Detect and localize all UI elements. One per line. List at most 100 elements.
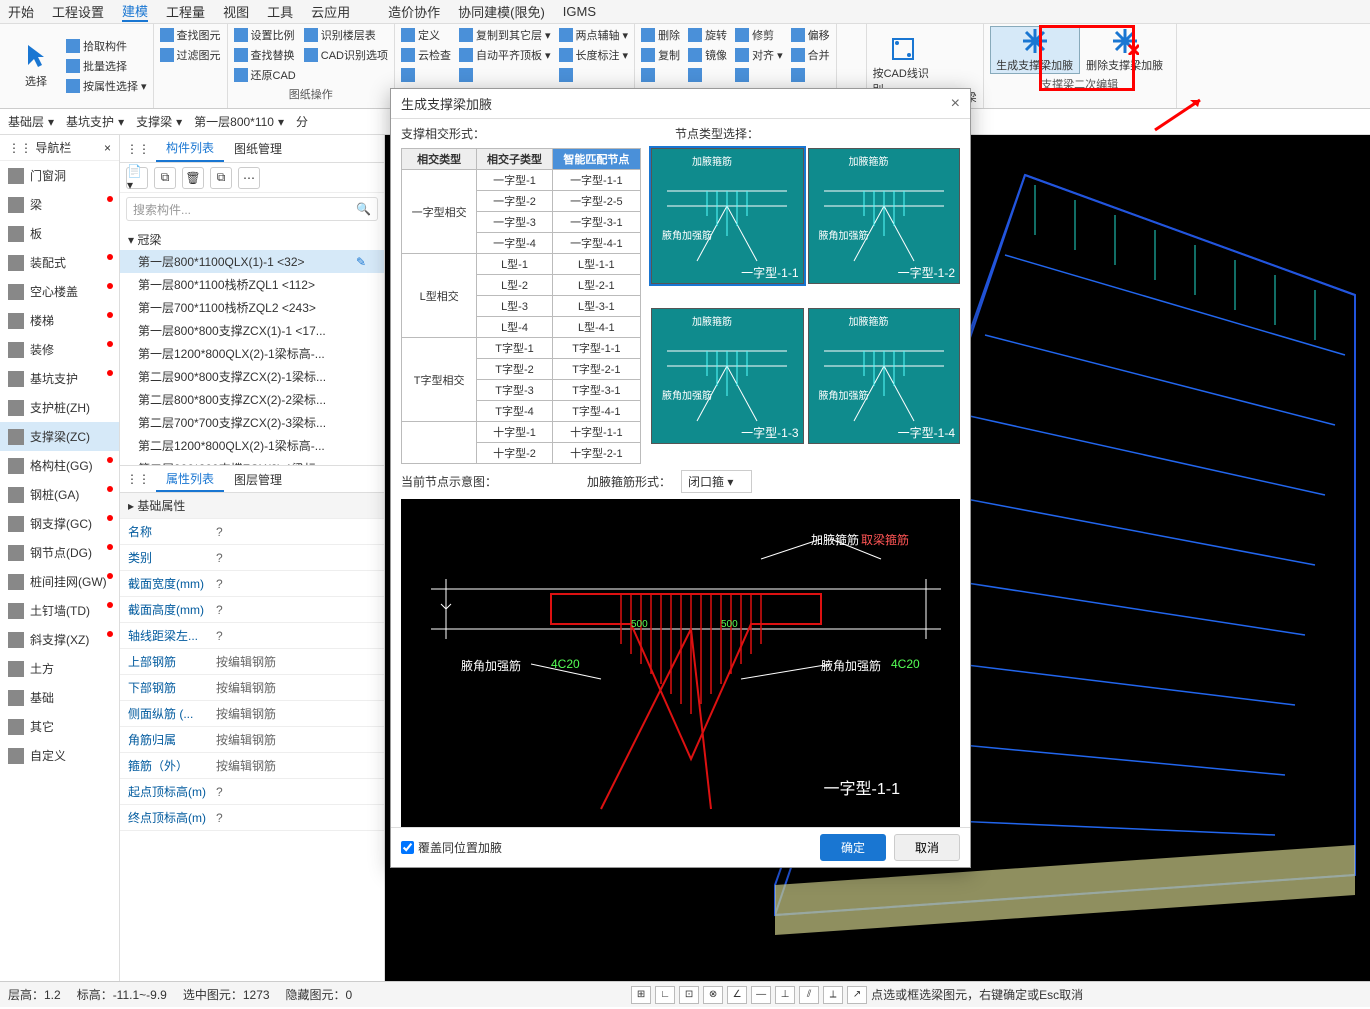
nav-item[interactable]: 装配式 <box>0 248 119 277</box>
nav-item[interactable]: 楼梯 <box>0 306 119 335</box>
tab-layer-mgmt[interactable]: 图层管理 <box>224 466 292 492</box>
ribbon-btn[interactable]: 批量选择 <box>66 57 147 75</box>
property-row[interactable]: 下部钢筋按编辑钢筋 <box>120 675 384 701</box>
property-row[interactable]: 终点顶标高(m)? <box>120 805 384 831</box>
menu-item[interactable]: 开始 <box>8 2 34 21</box>
ribbon-btn[interactable] <box>401 66 451 84</box>
ribbon-btn[interactable]: 查找图元 <box>160 26 221 44</box>
ribbon-btn[interactable] <box>459 66 551 84</box>
filter-type[interactable]: 支撑梁 ▾ <box>136 113 182 130</box>
ribbon-btn[interactable]: 过滤图元 <box>160 46 221 64</box>
sb-tool[interactable]: ⊗ <box>703 986 723 1004</box>
ribbon-btn[interactable]: 云检查 <box>401 46 451 64</box>
ribbon-btn[interactable]: 复制到其它层 ▾ <box>459 26 551 44</box>
close-button[interactable]: × <box>951 95 960 113</box>
ribbon-btn[interactable]: 合并 <box>791 46 830 64</box>
sb-tool[interactable]: ⊞ <box>631 986 651 1004</box>
menu-item[interactable]: 协同建模(限免) <box>458 2 545 21</box>
nav-item[interactable]: 土钉墙(TD) <box>0 596 119 625</box>
sb-tool[interactable]: ⟂ <box>823 986 843 1004</box>
nav-item[interactable]: 其它 <box>0 712 119 741</box>
edit-icon[interactable]: ✎ <box>356 255 366 269</box>
tree-item[interactable]: 第一层1200*800QLX(2)-1梁标高-... <box>120 342 384 365</box>
close-icon[interactable]: × <box>104 141 111 155</box>
tab-drawing-mgmt[interactable]: 图纸管理 <box>224 135 292 162</box>
ok-button[interactable]: 确定 <box>820 834 886 861</box>
ribbon-btn[interactable]: 偏移 <box>791 26 830 44</box>
filter-component[interactable]: 第一层800*110 ▾ <box>194 113 284 130</box>
ribbon-btn[interactable] <box>559 66 629 84</box>
nav-item[interactable]: 钢桩(GA) <box>0 480 119 509</box>
rebar-form-select[interactable]: 闭口箍 ▾ <box>681 470 752 493</box>
ribbon-btn[interactable]: 识别楼层表 <box>304 26 388 44</box>
tree-item[interactable]: 第二层1200*800QLX(2)-1梁标高-... <box>120 434 384 457</box>
sb-tool[interactable]: ⫽ <box>799 986 819 1004</box>
nav-item[interactable]: 门窗洞 <box>0 161 119 190</box>
select-tool[interactable]: 选择 <box>6 43 66 89</box>
node-type-card[interactable]: 加腋箍筋腋角加强筋一字型-1-1 <box>651 148 804 284</box>
ribbon-btn[interactable]: 长度标注 ▾ <box>559 46 629 64</box>
tree-group[interactable]: ▾ 冠梁 <box>120 229 384 250</box>
ribbon-btn[interactable]: 两点辅轴 ▾ <box>559 26 629 44</box>
search-input[interactable]: 搜索构件...🔍 <box>126 197 378 221</box>
tree-item[interactable]: 第一层800*1100QLX(1)-1 <32>✎ <box>120 250 384 273</box>
nav-item[interactable]: 钢节点(DG) <box>0 538 119 567</box>
ribbon-btn[interactable]: 删除 <box>641 26 680 44</box>
ribbon-btn[interactable] <box>735 66 783 84</box>
ribbon-btn[interactable]: 复制 <box>641 46 680 64</box>
new-button[interactable]: 📄▾ <box>126 167 148 189</box>
nav-item[interactable]: 桩间挂网(GW) <box>0 567 119 596</box>
sb-tool[interactable]: ⊡ <box>679 986 699 1004</box>
nav-item[interactable]: 自定义 <box>0 741 119 770</box>
tree-item[interactable]: 第二层900*800支撑ZCX(2)-1梁标... <box>120 365 384 388</box>
more-button[interactable]: ⋯ <box>238 167 260 189</box>
property-row[interactable]: 箍筋（外）按编辑钢筋 <box>120 753 384 779</box>
property-row[interactable]: 截面高度(mm)? <box>120 597 384 623</box>
property-row[interactable]: 名称? <box>120 519 384 545</box>
ribbon-btn[interactable]: 拾取构件 <box>66 37 147 55</box>
menu-item[interactable]: 视图 <box>223 2 249 21</box>
layer-button[interactable]: ⧉ <box>210 167 232 189</box>
tree-item[interactable]: 第一层800*1100栈桥ZQL1 <112> <box>120 273 384 296</box>
tree-item[interactable]: 第二层900*800支撑ZCX(2)-1梁标... <box>120 457 384 465</box>
ribbon-btn[interactable]: 还原CAD <box>234 66 296 84</box>
tree-item[interactable]: 第一层700*1100栈桥ZQL2 <243> <box>120 296 384 319</box>
nav-item[interactable]: 土方 <box>0 654 119 683</box>
menu-item[interactable]: 造价协作 <box>388 2 440 21</box>
nav-item[interactable]: 基坑支护 <box>0 364 119 393</box>
ribbon-btn[interactable]: 修剪 <box>735 26 783 44</box>
property-row[interactable]: 上部钢筋按编辑钢筋 <box>120 649 384 675</box>
tree-item[interactable]: 第二层800*800支撑ZCX(2)-2梁标... <box>120 388 384 411</box>
nav-item[interactable]: 格构柱(GG) <box>0 451 119 480</box>
ribbon-btn[interactable]: 设置比例 <box>234 26 296 44</box>
tree-item[interactable]: 第一层800*800支撑ZCX(1)-1 <17... <box>120 319 384 342</box>
ribbon-btn[interactable]: 旋转 <box>688 26 727 44</box>
sb-tool[interactable]: — <box>751 986 771 1004</box>
overwrite-checkbox[interactable]: 覆盖同位置加腋 <box>401 839 502 856</box>
menu-item[interactable]: 工程量 <box>166 2 205 21</box>
menu-item[interactable]: 建模 <box>122 1 148 22</box>
nav-item[interactable]: 支撑梁(ZC) <box>0 422 119 451</box>
menu-item[interactable]: IGMS <box>563 4 596 19</box>
ribbon-btn[interactable] <box>641 66 680 84</box>
tab-component-list[interactable]: 构件列表 <box>156 135 224 162</box>
nav-item[interactable]: 基础 <box>0 683 119 712</box>
sb-tool[interactable]: ∠ <box>727 986 747 1004</box>
ribbon-btn[interactable]: 查找替换 <box>234 46 296 64</box>
menu-item[interactable]: 工程设置 <box>52 2 104 21</box>
ribbon-btn[interactable]: 镜像 <box>688 46 727 64</box>
ribbon-btn[interactable]: 自动平齐顶板 ▾ <box>459 46 551 64</box>
nav-item[interactable]: 梁 <box>0 190 119 219</box>
filter-extra[interactable]: 分 <box>296 113 308 130</box>
nav-item[interactable]: 支护桩(ZH) <box>0 393 119 422</box>
menu-item[interactable]: 工具 <box>267 2 293 21</box>
nav-item[interactable]: 斜支撑(XZ) <box>0 625 119 654</box>
node-type-card[interactable]: 加腋箍筋腋角加强筋一字型-1-3 <box>651 308 804 444</box>
property-row[interactable]: 侧面纵筋 (...按编辑钢筋 <box>120 701 384 727</box>
property-row[interactable]: 轴线距梁左...? <box>120 623 384 649</box>
nav-item[interactable]: 空心楼盖 <box>0 277 119 306</box>
node-type-card[interactable]: 加腋箍筋腋角加强筋一字型-1-4 <box>808 308 961 444</box>
menu-item[interactable]: 云应用 <box>311 2 350 21</box>
sb-tool[interactable]: ⊥ <box>775 986 795 1004</box>
property-row[interactable]: 角筋归属按编辑钢筋 <box>120 727 384 753</box>
